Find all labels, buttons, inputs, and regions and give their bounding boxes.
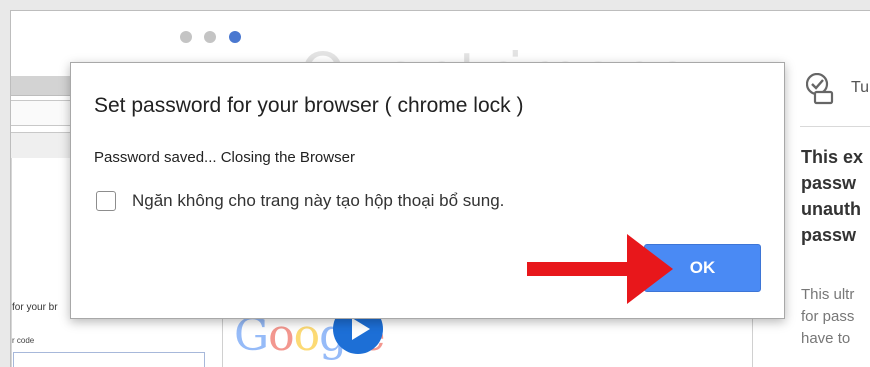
right-panel-heading: This ex passw unauth passw	[801, 144, 870, 248]
right-panel-divider	[800, 126, 870, 127]
right-panel-body-line: for pass	[801, 308, 855, 325]
right-panel-label: Tu	[851, 79, 870, 96]
right-panel-heading-line: unauth	[801, 199, 861, 219]
window-frame-top	[0, 0, 870, 10]
background-divider	[222, 318, 223, 367]
right-panel-heading-line: passw	[801, 225, 857, 245]
background-input	[13, 352, 205, 367]
carousel-dot-2[interactable]	[204, 31, 216, 43]
red-arrow-icon	[527, 234, 673, 304]
carousel-dot-3-active[interactable]	[229, 31, 241, 43]
dialog-message: Password saved... Closing the Browser	[94, 149, 355, 166]
prevent-dialogs-label[interactable]: Ngăn không cho trang này tạo hộp thoại b…	[132, 191, 504, 211]
right-panel-body: This ultr for pass have to	[801, 284, 870, 350]
background-divider	[752, 318, 753, 367]
background-small-text: r code	[12, 336, 35, 345]
right-panel-body-line: This ultr	[801, 286, 855, 303]
background-text: for your br	[12, 302, 58, 313]
window-frame-left	[0, 0, 10, 367]
right-panel-body-line: have to	[801, 330, 851, 347]
right-panel-heading-line: This ex	[801, 147, 864, 167]
lock-check-icon	[806, 73, 834, 105]
prevent-dialogs-checkbox[interactable]	[96, 191, 116, 211]
frame-border-top	[10, 10, 870, 11]
carousel-dot-1[interactable]	[180, 31, 192, 43]
alert-dialog: Set password for your browser ( chrome l…	[70, 62, 785, 319]
dialog-title: Set password for your browser ( chrome l…	[94, 94, 524, 117]
right-panel-heading-line: passw	[801, 173, 857, 193]
